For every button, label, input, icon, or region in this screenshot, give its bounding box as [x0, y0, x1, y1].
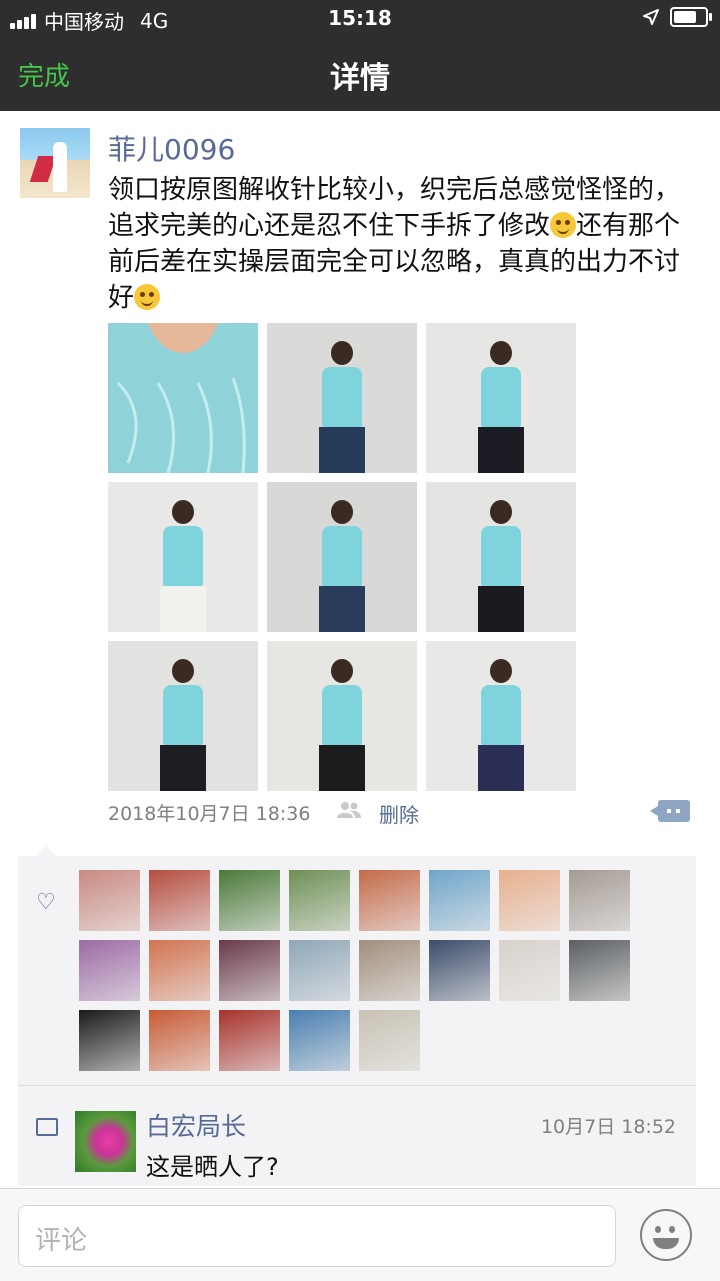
post-timestamp: 2018年10月7日 18:36	[108, 803, 311, 825]
liker-avatar[interactable]	[289, 870, 350, 931]
liker-avatar[interactable]	[499, 940, 560, 1001]
polka-skirt-photo-2[interactable]	[426, 482, 576, 632]
liker-avatar[interactable]	[219, 870, 280, 931]
page-title: 详情	[330, 61, 390, 96]
poster-avatar[interactable]	[20, 128, 90, 198]
liker-avatar[interactable]	[359, 1010, 420, 1071]
side-pose-photo[interactable]	[108, 641, 258, 791]
polka-skirt-photo[interactable]	[426, 323, 576, 473]
comment-bar: 评论	[0, 1188, 720, 1281]
friends-visibility-icon[interactable]	[336, 800, 362, 820]
liker-avatar[interactable]	[359, 940, 420, 1001]
liker-avatar[interactable]	[569, 870, 630, 931]
liker-avatar[interactable]	[429, 940, 490, 1001]
liker-avatar[interactable]	[289, 1010, 350, 1071]
liker-avatar[interactable]	[149, 940, 210, 1001]
post-text: 领口按原图解收针比较小，织完后总感觉怪怪的，追求完美的心还是忍不住下手拆了修改还…	[108, 172, 702, 316]
blush-emoji-icon	[550, 212, 577, 238]
white-skirt-photo[interactable]	[108, 482, 258, 632]
photo-grid	[108, 323, 576, 791]
comment-text[interactable]: 这是晒人了?	[146, 1147, 279, 1182]
heart-icon: ♡	[36, 890, 56, 915]
status-bar: 中国移动 4G 15:18	[0, 0, 720, 36]
divider	[18, 1085, 696, 1086]
liker-avatar[interactable]	[499, 870, 560, 931]
liker-avatar[interactable]	[79, 940, 140, 1001]
front-pose-photo[interactable]	[267, 641, 417, 791]
commenter-avatar[interactable]	[75, 1111, 136, 1172]
nav-bar: 完成 详情	[0, 36, 720, 111]
emoji-button-icon[interactable]	[640, 1209, 692, 1261]
commenter-name[interactable]: 白宏局长	[146, 1107, 246, 1143]
overalls-photo[interactable]	[267, 323, 417, 473]
status-time: 15:18	[328, 6, 392, 30]
liker-avatar[interactable]	[569, 940, 630, 1001]
smile-emoji-icon	[134, 284, 161, 310]
liker-avatar[interactable]	[289, 940, 350, 1001]
likes-comments-box: ♡ 白宏局长 10月7日 18:52 这是晒人了?	[18, 846, 696, 1186]
liker-avatar[interactable]	[149, 870, 210, 931]
comment-time: 10月7日 18:52	[540, 1116, 676, 1138]
comment-placeholder: 评论	[35, 1226, 88, 1256]
liker-avatar[interactable]	[149, 1010, 210, 1071]
comment-menu-icon[interactable]	[650, 800, 690, 822]
delete-button[interactable]: 删除	[379, 799, 419, 828]
liker-avatar[interactable]	[79, 1010, 140, 1071]
liker-avatar[interactable]	[219, 1010, 280, 1071]
liker-avatar[interactable]	[79, 870, 140, 931]
knit-closeup-photo[interactable]	[108, 323, 258, 473]
cardigan-photo[interactable]	[426, 641, 576, 791]
liker-avatar[interactable]	[219, 940, 280, 1001]
overalls-pose-photo[interactable]	[267, 482, 417, 632]
comment-input[interactable]: 评论	[18, 1205, 616, 1267]
location-arrow-icon	[643, 9, 659, 25]
liker-avatar[interactable]	[429, 870, 490, 931]
comment-icon	[36, 1118, 58, 1136]
battery-icon	[670, 7, 712, 27]
poster-name[interactable]: 菲儿0096	[108, 128, 235, 168]
liker-avatar[interactable]	[359, 870, 420, 931]
